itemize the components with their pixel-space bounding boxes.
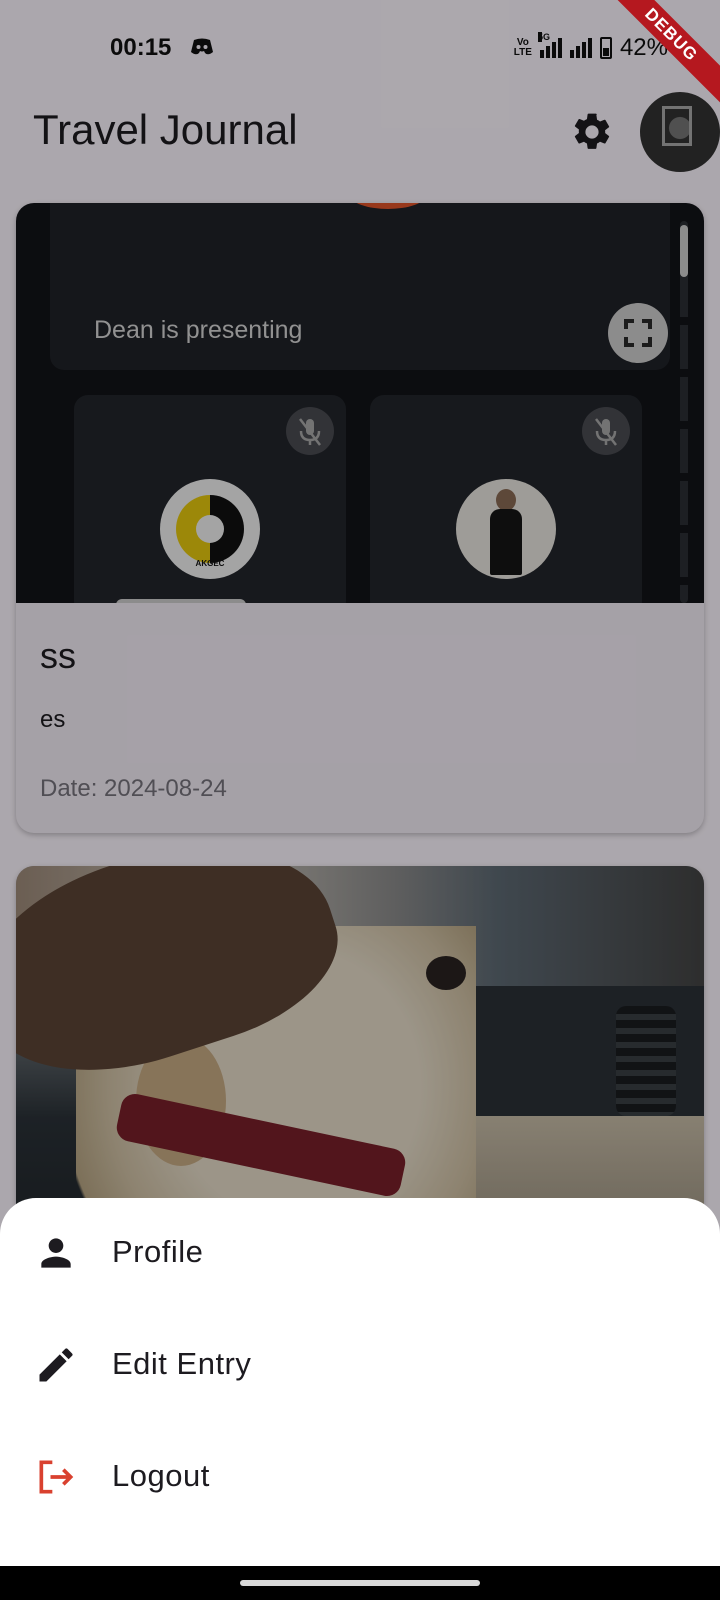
- logout-icon: [39, 1460, 74, 1494]
- system-nav-bar: [0, 1566, 720, 1600]
- logout-label: Logout: [112, 1458, 210, 1493]
- person-icon: [41, 1238, 71, 1268]
- app-screen: 00:15 Vo LTE 5G 42% DEBUG Travel Journal: [0, 0, 720, 1600]
- edit-entry-label: Edit Entry: [112, 1346, 252, 1381]
- profile-label: Profile: [112, 1234, 204, 1269]
- profile-menu-item[interactable]: Profile: [0, 1198, 720, 1308]
- edit-entry-menu-item[interactable]: Edit Entry: [0, 1310, 720, 1420]
- pencil-icon: [39, 1348, 73, 1382]
- home-gesture-handle[interactable]: [240, 1580, 480, 1586]
- logout-menu-item[interactable]: Logout: [0, 1422, 720, 1532]
- bottom-sheet: Profile Edit Entry Logout: [0, 1198, 720, 1566]
